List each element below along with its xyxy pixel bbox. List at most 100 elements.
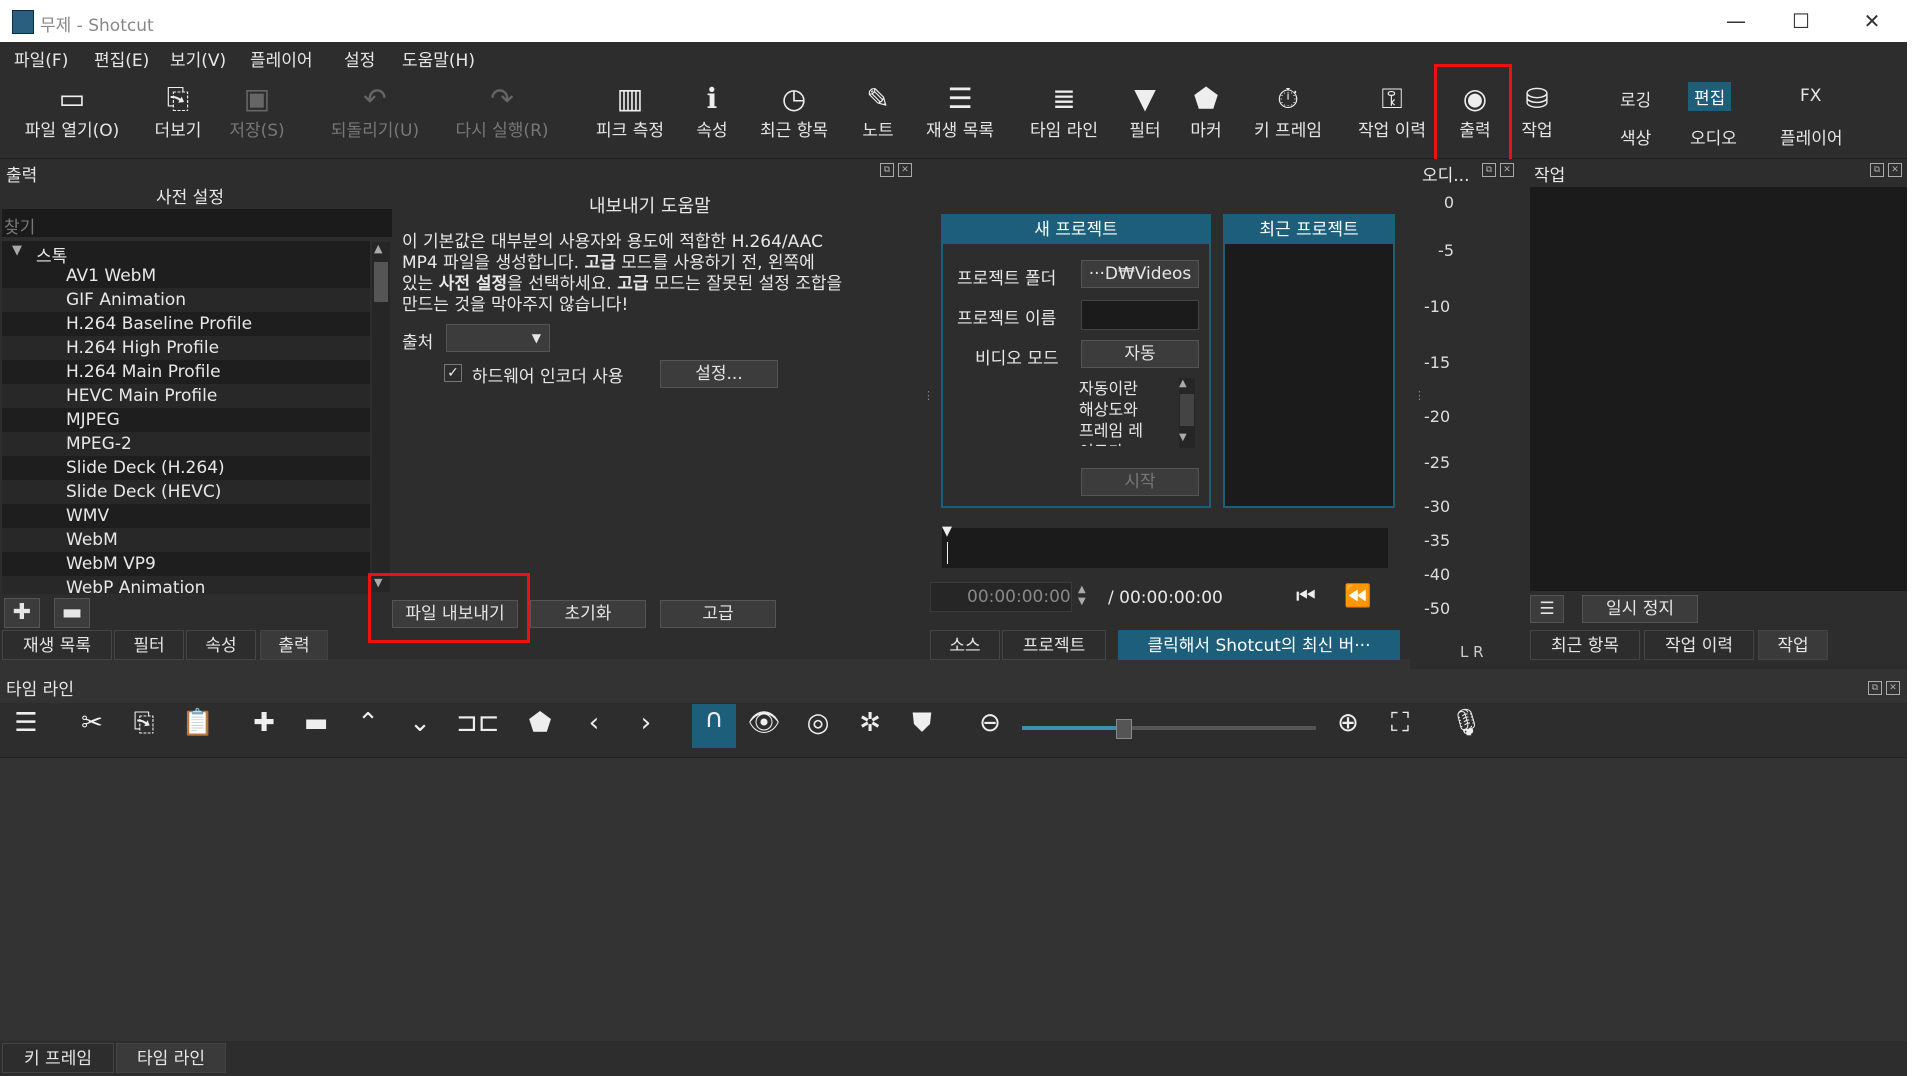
scroll-down-icon[interactable]: ▼	[1179, 432, 1187, 443]
menu-edit[interactable]: 편집(E)	[94, 46, 149, 71]
tab-filters[interactable]: 필터	[114, 630, 184, 660]
tab-recent[interactable]: 최근 항목	[1530, 630, 1640, 660]
paste-icon[interactable]: 📋	[180, 708, 216, 738]
snap-icon[interactable]: ∩	[692, 704, 736, 748]
save-button[interactable]: ▣ 저장(S)	[222, 82, 292, 141]
tab-source[interactable]: 소스	[930, 630, 1000, 660]
minimize-icon[interactable]: —	[1716, 8, 1756, 34]
tab-playlist[interactable]: 재생 목록	[2, 630, 112, 660]
list-item[interactable]: GIF Animation	[2, 288, 370, 312]
tab-export[interactable]: 출력	[260, 630, 328, 660]
timeline-button[interactable]: ≣ 타임 라인	[1022, 82, 1106, 141]
keyframes-button[interactable]: ⏱ 키 프레임	[1248, 82, 1328, 141]
job-history-button[interactable]: ⚿ 작업 이력	[1350, 82, 1434, 141]
zoom-slider-handle[interactable]	[1116, 719, 1132, 739]
tab-project[interactable]: 프로젝트	[1002, 630, 1106, 660]
record-audio-icon[interactable]: 🎙	[1448, 708, 1484, 738]
previous-marker-icon[interactable]: ‹	[576, 708, 612, 738]
list-item[interactable]: WebP Animation	[2, 576, 370, 594]
splitter-handle[interactable]: ⋮	[1414, 389, 1425, 402]
maximize-icon[interactable]: ☐	[1781, 8, 1821, 34]
playhead-icon[interactable]: ▼	[942, 524, 952, 539]
encoder-settings-button[interactable]: 설정...	[660, 360, 778, 388]
scroll-thumb[interactable]	[1180, 394, 1194, 426]
source-dropdown[interactable]: ▼	[446, 324, 550, 352]
redo-button[interactable]: ↷ 다시 실행(R)	[450, 82, 554, 141]
markers-button[interactable]: ⬟ 마커	[1186, 82, 1226, 141]
close-icon[interactable]: ✕	[1852, 8, 1892, 34]
ripple-all-tracks-icon[interactable]: ✲	[852, 708, 888, 738]
tab-job-history[interactable]: 작업 이력	[1644, 630, 1754, 660]
zoom-fit-icon[interactable]: ⛶	[1382, 708, 1418, 739]
scrub-bar[interactable]: ▼	[942, 524, 1388, 568]
update-notice-button[interactable]: 클릭해서 Shotcut의 최신 버···	[1118, 630, 1400, 660]
timeline-menu-icon[interactable]: ☰	[8, 708, 44, 738]
workspace-color[interactable]: 색상	[1614, 122, 1657, 151]
ripple-icon[interactable]: ◎	[800, 708, 836, 738]
menu-file[interactable]: 파일(F)	[14, 46, 68, 71]
project-name-input[interactable]	[1081, 300, 1199, 330]
undo-button[interactable]: ↶ 되돌리기(U)	[324, 82, 426, 141]
list-item[interactable]: AV1 WebM	[2, 264, 370, 288]
stock-tree-node[interactable]: ▼ 스톡	[2, 241, 370, 267]
float-icon[interactable]: ⧉	[880, 163, 894, 177]
open-file-button[interactable]: ▭ 파일 열기(O)	[16, 82, 128, 141]
lift-icon[interactable]: ⌃	[350, 708, 386, 738]
advanced-button[interactable]: 고급	[660, 600, 776, 628]
filters-button[interactable]: ▼ 필터	[1124, 82, 1166, 141]
scroll-up-icon[interactable]: ▲	[374, 242, 382, 255]
menu-player[interactable]: 플레이어	[250, 46, 313, 71]
playlist-button[interactable]: ☰ 재생 목록	[918, 82, 1002, 141]
workspace-player[interactable]: 플레이어	[1774, 122, 1849, 151]
list-item[interactable]: HEVC Main Profile	[2, 384, 370, 408]
reset-button[interactable]: 초기화	[530, 600, 646, 628]
close-panel-icon[interactable]: ✕	[1500, 163, 1514, 177]
splitter-handle[interactable]: ⋮	[923, 389, 934, 402]
close-panel-icon[interactable]: ✕	[1886, 681, 1900, 695]
preset-scrollbar[interactable]: ▲ ▼	[372, 242, 390, 592]
ripple-delete-icon[interactable]: ▬	[298, 708, 334, 738]
scroll-thumb[interactable]	[374, 262, 388, 302]
scroll-up-icon[interactable]: ▲	[1179, 378, 1195, 389]
remove-preset-button[interactable]: ▬	[54, 598, 90, 628]
marker-icon[interactable]: ⬟	[522, 708, 558, 738]
zoom-out-icon[interactable]: ⊖	[972, 708, 1008, 738]
append-icon[interactable]: ✚	[246, 708, 282, 738]
preset-search-input[interactable]: 찾기	[2, 209, 392, 238]
workspace-audio[interactable]: 오디오	[1684, 122, 1743, 151]
description-scrollbar[interactable]: ▲ ▼	[1179, 378, 1195, 448]
list-item[interactable]: H.264 High Profile	[2, 336, 370, 360]
skip-to-start-icon[interactable]: ⏮	[1296, 584, 1316, 609]
notes-button[interactable]: ✎ 노트	[856, 82, 900, 141]
recent-button[interactable]: ◷ 최근 항목	[752, 82, 836, 141]
close-panel-icon[interactable]: ✕	[898, 163, 912, 177]
tab-jobs[interactable]: 작업	[1758, 630, 1828, 660]
menu-settings[interactable]: 설정	[344, 46, 375, 71]
tab-timeline[interactable]: 타임 라인	[116, 1043, 226, 1073]
workspace-fx[interactable]: FX	[1794, 84, 1827, 108]
peak-meter-button[interactable]: ▥ 피크 측정	[590, 82, 670, 141]
float-icon[interactable]: ⧉	[1870, 163, 1884, 177]
start-button[interactable]: 시작	[1081, 468, 1199, 496]
list-item[interactable]: MJPEG	[2, 408, 370, 432]
time-spinner[interactable]: ▲ ▼	[1078, 584, 1086, 608]
workspace-logging[interactable]: 로깅	[1614, 84, 1657, 113]
menu-view[interactable]: 보기(V)	[170, 46, 226, 71]
tab-keyframes[interactable]: 키 프레임	[2, 1043, 114, 1073]
float-icon[interactable]: ⧉	[1868, 681, 1882, 695]
tab-properties[interactable]: 속성	[186, 630, 256, 660]
ripple-markers-icon[interactable]: ⛊	[904, 708, 940, 739]
properties-button[interactable]: ℹ 속성	[692, 82, 732, 141]
list-item[interactable]: Slide Deck (HEVC)	[2, 480, 370, 504]
close-panel-icon[interactable]: ✕	[1888, 163, 1902, 177]
menu-help[interactable]: 도움말(H)	[402, 46, 475, 71]
pause-button[interactable]: 일시 정지	[1582, 595, 1698, 623]
list-item[interactable]: H.264 Baseline Profile	[2, 312, 370, 336]
jobs-menu-icon[interactable]: ☰	[1530, 595, 1564, 623]
next-marker-icon[interactable]: ›	[628, 708, 664, 738]
jobs-button[interactable]: ⛁ 작업	[1516, 82, 1558, 141]
workspace-editing[interactable]: 편집	[1688, 82, 1732, 111]
scrub-drag-icon[interactable]: 👁	[746, 708, 782, 738]
overwrite-icon[interactable]: ⌄	[402, 708, 438, 738]
current-time-input[interactable]: 00:00:00:00	[930, 582, 1072, 612]
